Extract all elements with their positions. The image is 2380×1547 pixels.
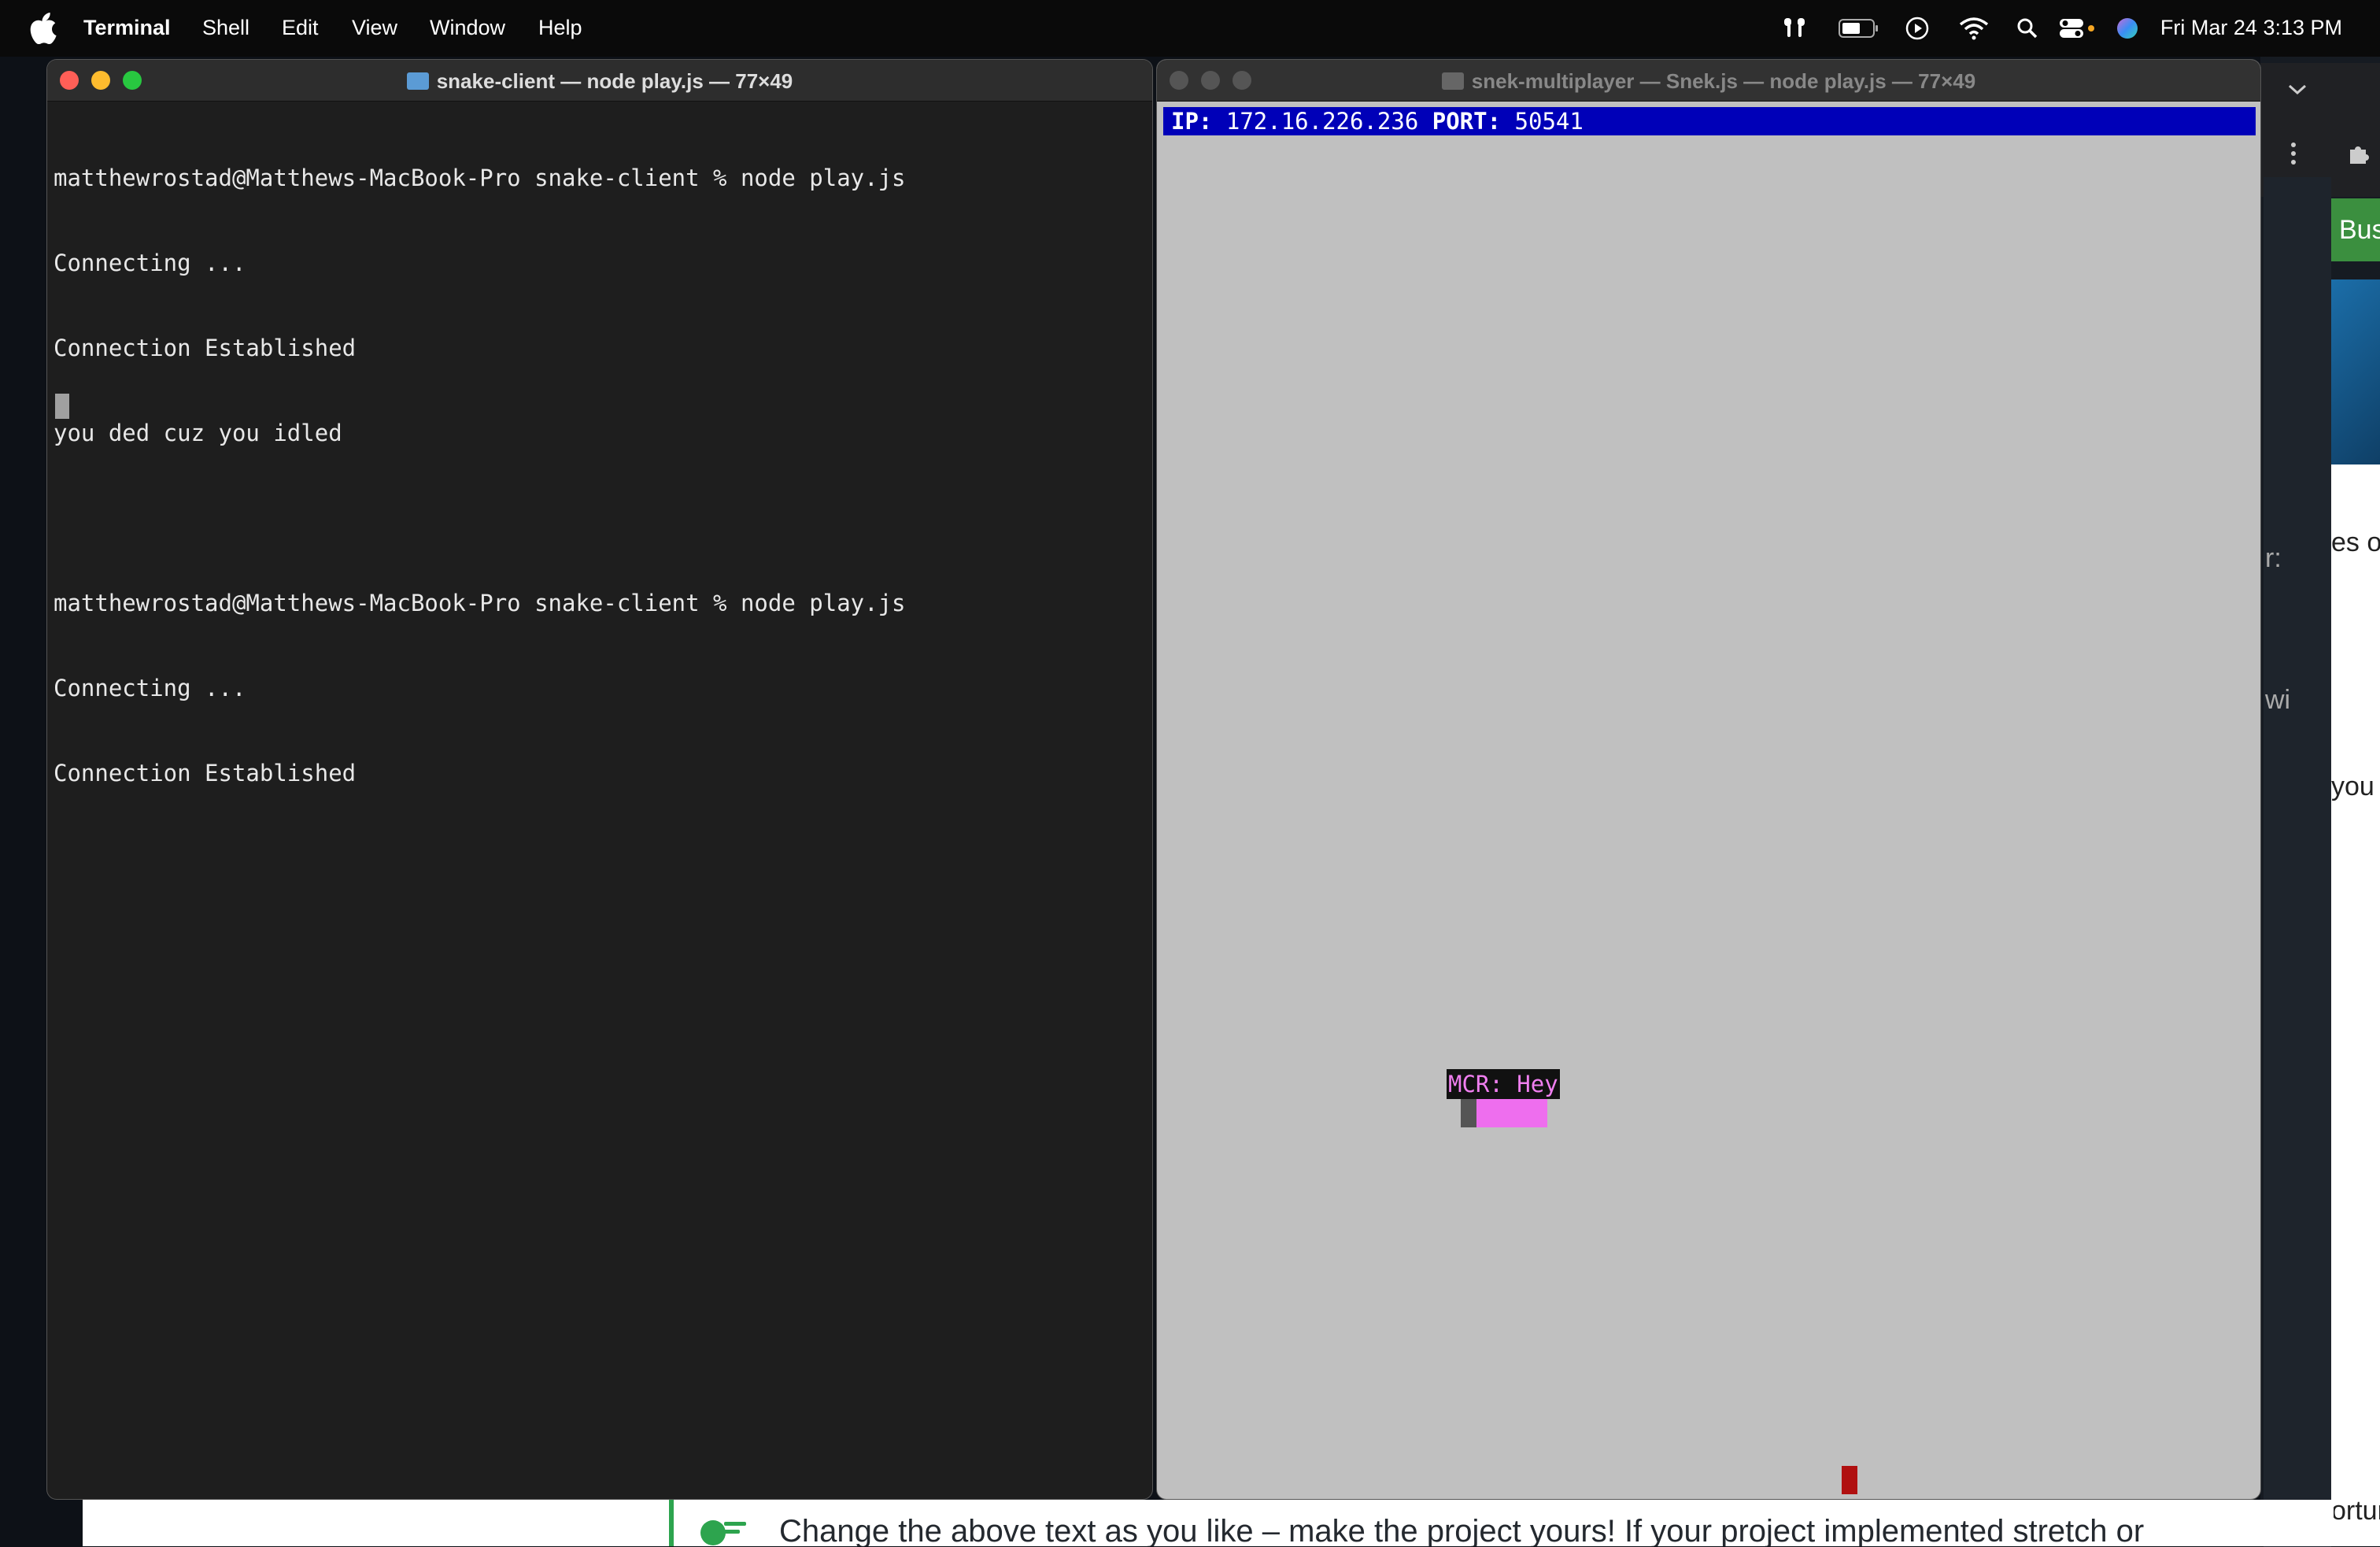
callout-accent-bar	[669, 1500, 674, 1546]
terminal-line: matthewrostad@Matthews-MacBook-Pro snake…	[54, 165, 906, 191]
terminal-line: ​	[54, 504, 906, 532]
menu-help[interactable]: Help	[538, 16, 582, 40]
menu-view[interactable]: View	[352, 16, 397, 40]
control-center-icon[interactable]	[2057, 13, 2097, 44]
ip-value: 172.16.226.236	[1225, 108, 1419, 135]
window-title: snek-multiplayer — Snek.js — node play.j…	[1157, 69, 2260, 94]
terminal-line: you ded cuz you idled	[54, 420, 342, 446]
terminal-line: Connection Established	[54, 335, 357, 361]
background-text-fragment: ortur	[2331, 1496, 2380, 1526]
wifi-icon[interactable]	[1958, 13, 1990, 44]
menu-bar: Terminal Shell Edit View Window Help Fri…	[0, 0, 2380, 57]
spotlight-search-icon[interactable]	[2015, 13, 2040, 44]
menu-window[interactable]: Window	[430, 16, 505, 40]
airpods-icon[interactable]	[1780, 13, 1809, 44]
window-titlebar[interactable]: snek-multiplayer — Snek.js — node play.j…	[1157, 60, 2260, 102]
terminal-line: Connection Established	[54, 760, 357, 786]
extensions-icon[interactable]	[2347, 142, 2371, 165]
background-text-fragment: you	[2331, 772, 2374, 801]
terminal-window-snek-multiplayer[interactable]: snek-multiplayer — Snek.js — node play.j…	[1157, 60, 2260, 1499]
chevron-down-icon[interactable]	[2287, 83, 2308, 96]
server-status-bar: IP: 172.16.226.236 PORT: 50541	[1163, 107, 2256, 135]
background-text-fragment: wi	[2265, 685, 2291, 715]
terminal-window-snake-client[interactable]: snake-client — node play.js — 77×49 matt…	[47, 60, 1152, 1499]
callout-text: Change the above text as you like – make…	[779, 1514, 2145, 1546]
terminal-cursor	[55, 394, 69, 419]
folder-icon	[1441, 72, 1464, 90]
ip-label: IP:	[1171, 108, 1213, 135]
background-page-content	[2331, 464, 2380, 1546]
now-playing-icon[interactable]	[1903, 13, 1931, 44]
more-options-icon[interactable]	[2290, 142, 2297, 165]
background-browser-sidebar	[2264, 177, 2331, 1547]
background-text-fragment: es of	[2331, 527, 2380, 557]
background-text-fragment: r:	[2265, 543, 2282, 573]
apple-menu-icon[interactable]	[30, 13, 57, 44]
folder-icon	[406, 72, 429, 90]
window-title: snake-client — node play.js — 77×49	[47, 69, 1152, 94]
menubar-clock[interactable]: Fri Mar 24 3:13 PM	[2160, 16, 2342, 40]
battery-icon[interactable]	[1837, 13, 1881, 44]
food-pellet	[1842, 1466, 1857, 1494]
snake-head	[1461, 1099, 1476, 1127]
player-chat-message: MCR: Hey	[1447, 1069, 1560, 1099]
window-titlebar[interactable]: snake-client — node play.js — 77×49	[47, 60, 1152, 102]
siri-icon[interactable]	[2114, 13, 2141, 44]
pointing-hand-icon	[700, 1520, 746, 1545]
terminal-line: matthewrostad@Matthews-MacBook-Pro snake…	[54, 590, 906, 616]
terminal-line: Connecting ...	[54, 250, 246, 276]
snake-body	[1476, 1099, 1547, 1127]
port-label: PORT:	[1432, 108, 1502, 135]
background-image	[2331, 279, 2380, 464]
terminal-line: Connecting ...	[54, 675, 246, 701]
background-document-strip: Change the above text as you like – make…	[83, 1500, 2334, 1546]
app-menu-terminal[interactable]: Terminal	[83, 16, 171, 40]
port-value: 50541	[1514, 108, 1584, 135]
menu-shell[interactable]: Shell	[202, 16, 249, 40]
terminal-output[interactable]: matthewrostad@Matthews-MacBook-Pro snake…	[54, 107, 906, 844]
background-green-button[interactable]: Bus	[2331, 198, 2380, 261]
menu-edit[interactable]: Edit	[282, 16, 319, 40]
